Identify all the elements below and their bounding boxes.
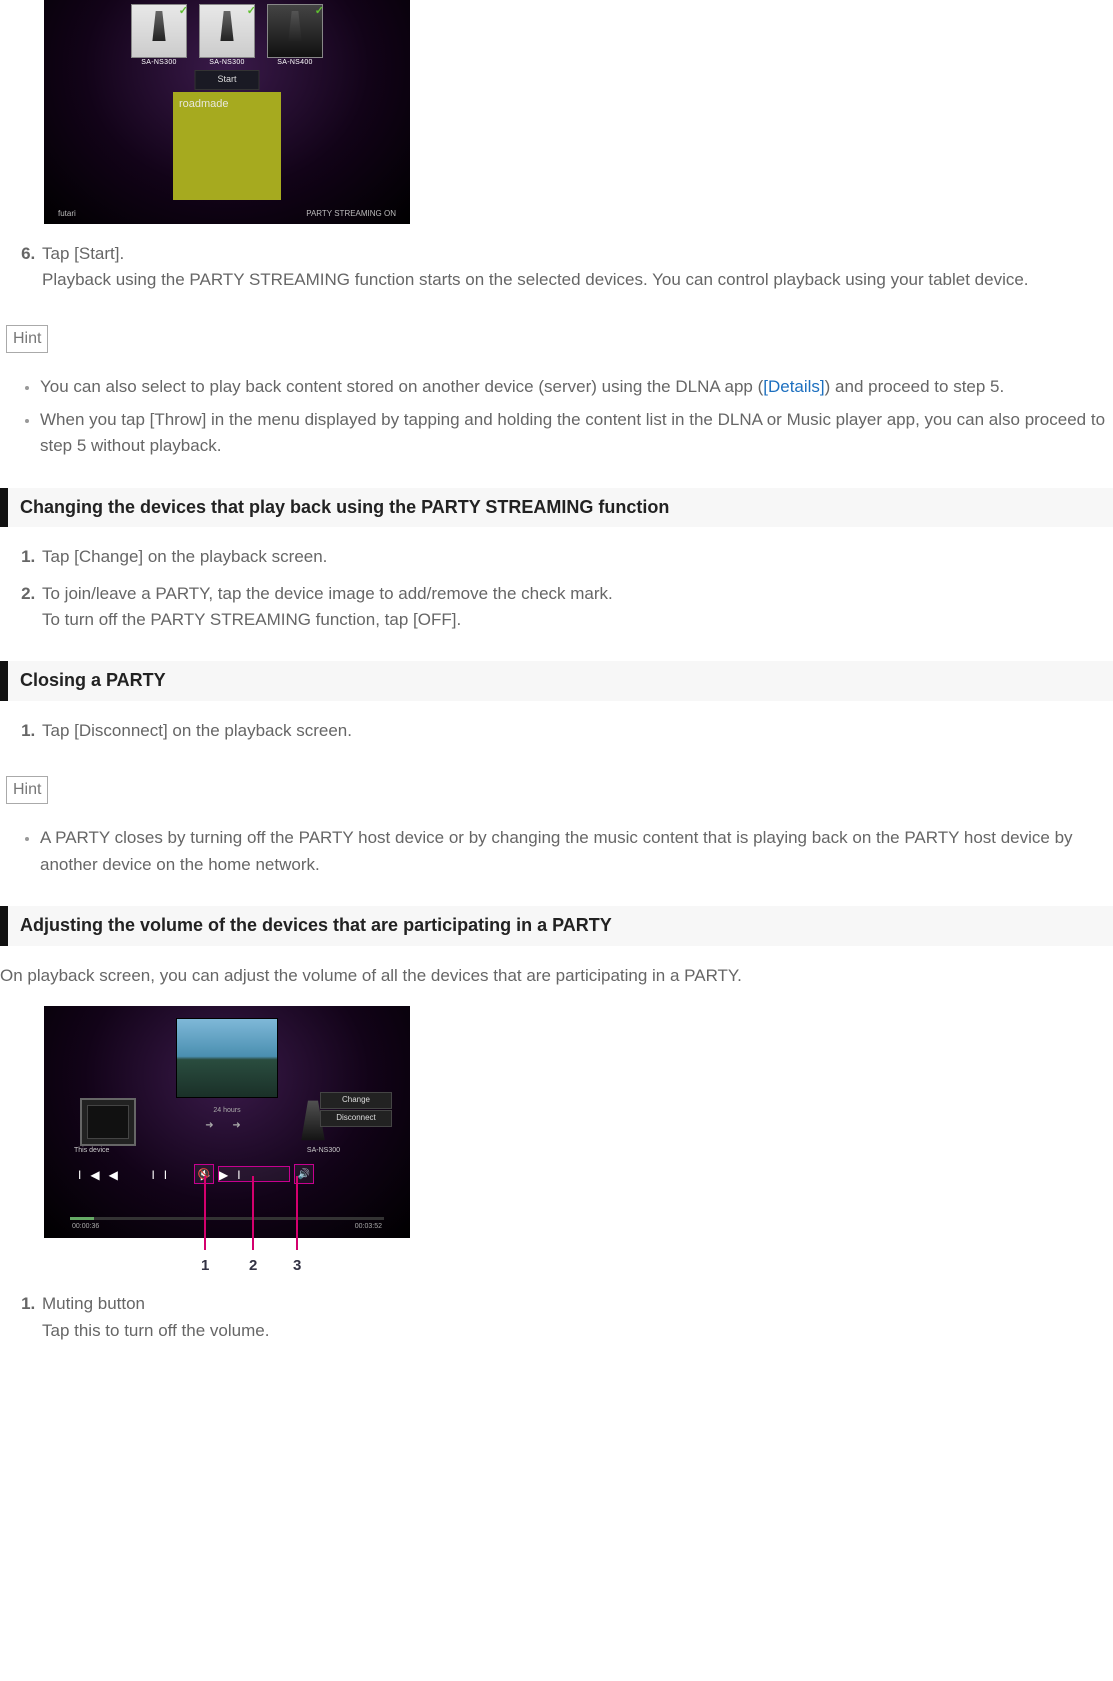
time-elapsed: 00:00:36 bbox=[72, 1222, 99, 1233]
screenshot-callouts: 1 2 3 bbox=[44, 1238, 410, 1274]
legend-list: Muting button Tap this to turn off the v… bbox=[40, 1291, 1113, 1344]
now-playing-art bbox=[176, 1018, 278, 1098]
step-6: Tap [Start]. Playback using the PARTY ST… bbox=[40, 241, 1113, 294]
hint-label: Hint bbox=[6, 325, 48, 354]
callout-1: 1 bbox=[201, 1254, 209, 1277]
step-lead: Tap [Start]. bbox=[42, 244, 124, 263]
hint-list: You can also select to play back content… bbox=[40, 374, 1113, 459]
step-2: To join/leave a PARTY, tap the device im… bbox=[40, 581, 1113, 634]
party-streaming-device-selection-screenshot: ✓SA-NS300 ✓SA-NS300 ✓SA-NS400 Start road… bbox=[44, 0, 410, 224]
time-total: 00:03:52 bbox=[355, 1222, 382, 1233]
disconnect-button: Disconnect bbox=[320, 1110, 392, 1126]
callout-3: 3 bbox=[293, 1254, 301, 1277]
hint-item: You can also select to play back content… bbox=[40, 374, 1113, 400]
section-intro: On playback screen, you can adjust the v… bbox=[0, 963, 1113, 989]
procedure-list: Tap [Disconnect] on the playback screen. bbox=[40, 718, 1113, 744]
playback-screen-screenshot: This device SA-NS300 24 hours ➜ ➜ Change… bbox=[44, 1006, 410, 1238]
hint-item: When you tap [Throw] in the menu display… bbox=[40, 407, 1113, 460]
callout-2: 2 bbox=[249, 1254, 257, 1277]
procedure-list: Tap [Start]. Playback using the PARTY ST… bbox=[40, 241, 1113, 294]
hint-item: A PARTY closes by turning off the PARTY … bbox=[40, 825, 1113, 878]
procedure-list: Tap [Change] on the playback screen. To … bbox=[40, 544, 1113, 633]
details-link[interactable]: [Details] bbox=[763, 377, 824, 396]
legend-body: Tap this to turn off the volume. bbox=[42, 1321, 269, 1340]
this-device-icon bbox=[80, 1098, 136, 1146]
start-button: Start bbox=[194, 70, 259, 90]
step-1: Tap [Change] on the playback screen. bbox=[40, 544, 1113, 570]
album-art: roadmade bbox=[173, 92, 281, 200]
device-thumbnail: ✓SA-NS300 bbox=[199, 4, 255, 58]
step-1: Tap [Disconnect] on the playback screen. bbox=[40, 718, 1113, 744]
progress-bar bbox=[70, 1217, 384, 1220]
party-streaming-status: PARTY STREAMING ON bbox=[306, 208, 396, 220]
section-heading-closing-party: Closing a PARTY bbox=[0, 661, 1113, 701]
change-button: Change bbox=[320, 1092, 392, 1108]
volume-slider bbox=[218, 1166, 290, 1182]
section-heading-adjusting-volume: Adjusting the volume of the devices that… bbox=[0, 906, 1113, 946]
device-thumbnail: ✓SA-NS300 bbox=[131, 4, 187, 58]
hint-label: Hint bbox=[6, 776, 48, 805]
legend-item-1: Muting button Tap this to turn off the v… bbox=[40, 1291, 1113, 1344]
legend-lead: Muting button bbox=[42, 1294, 145, 1313]
hint-list: A PARTY closes by turning off the PARTY … bbox=[40, 825, 1113, 878]
track-title: futari bbox=[58, 208, 76, 220]
section-heading-changing-devices: Changing the devices that play back usin… bbox=[0, 488, 1113, 528]
device-thumbnail: ✓SA-NS400 bbox=[267, 4, 323, 58]
step-body: Playback using the PARTY STREAMING funct… bbox=[42, 270, 1029, 289]
throw-arrows-icon: ➜ ➜ bbox=[205, 1118, 249, 1134]
